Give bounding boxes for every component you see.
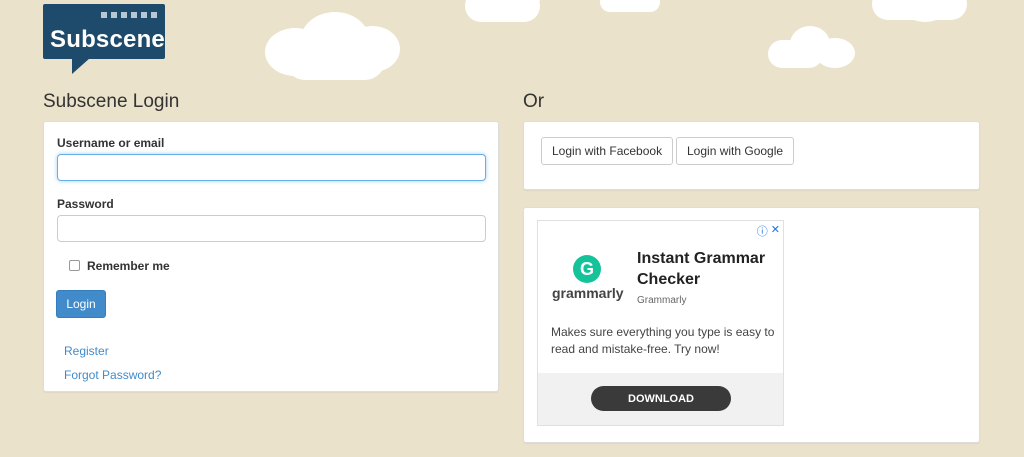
ad-close-icon[interactable]: ✕ <box>771 223 780 239</box>
password-input[interactable] <box>57 215 486 242</box>
login-facebook-button[interactable]: Login with Facebook <box>541 137 674 165</box>
social-login-panel: Login with Facebook Login with Google <box>523 121 980 190</box>
forgot-password-link[interactable]: Forgot Password? <box>64 368 161 382</box>
username-label: Username or email <box>57 136 165 150</box>
remember-me-checkbox[interactable] <box>69 260 80 271</box>
film-strip-icon <box>101 12 157 18</box>
remember-me-label: Remember me <box>87 259 170 273</box>
login-panel: Username or email Password Remember me L… <box>43 121 499 392</box>
or-title: Or <box>523 91 545 112</box>
login-google-button[interactable]: Login with Google <box>676 137 795 165</box>
ad-advertiser: Grammarly <box>637 295 687 306</box>
register-link[interactable]: Register <box>64 344 109 358</box>
login-title: Subscene Login <box>43 91 180 112</box>
ad-download-button[interactable]: DOWNLOAD <box>591 386 731 411</box>
login-button[interactable]: Login <box>56 290 106 318</box>
ad-headline[interactable]: Instant Grammar Checker <box>637 248 777 290</box>
ad-info-icon[interactable]: ⓘ <box>757 223 768 239</box>
ad-panel: ⓘ ✕ G grammarly Instant Grammar Checker … <box>523 207 980 443</box>
logo-text: Subscene <box>50 26 165 53</box>
grammarly-wordmark: grammarly <box>552 285 624 301</box>
ad-body-text: Makes sure everything you type is easy t… <box>551 325 775 356</box>
username-input[interactable] <box>57 154 486 181</box>
password-label: Password <box>57 197 114 211</box>
grammarly-logo-icon: G <box>573 255 601 283</box>
grammarly-ad[interactable]: ⓘ ✕ G grammarly Instant Grammar Checker … <box>537 220 784 426</box>
